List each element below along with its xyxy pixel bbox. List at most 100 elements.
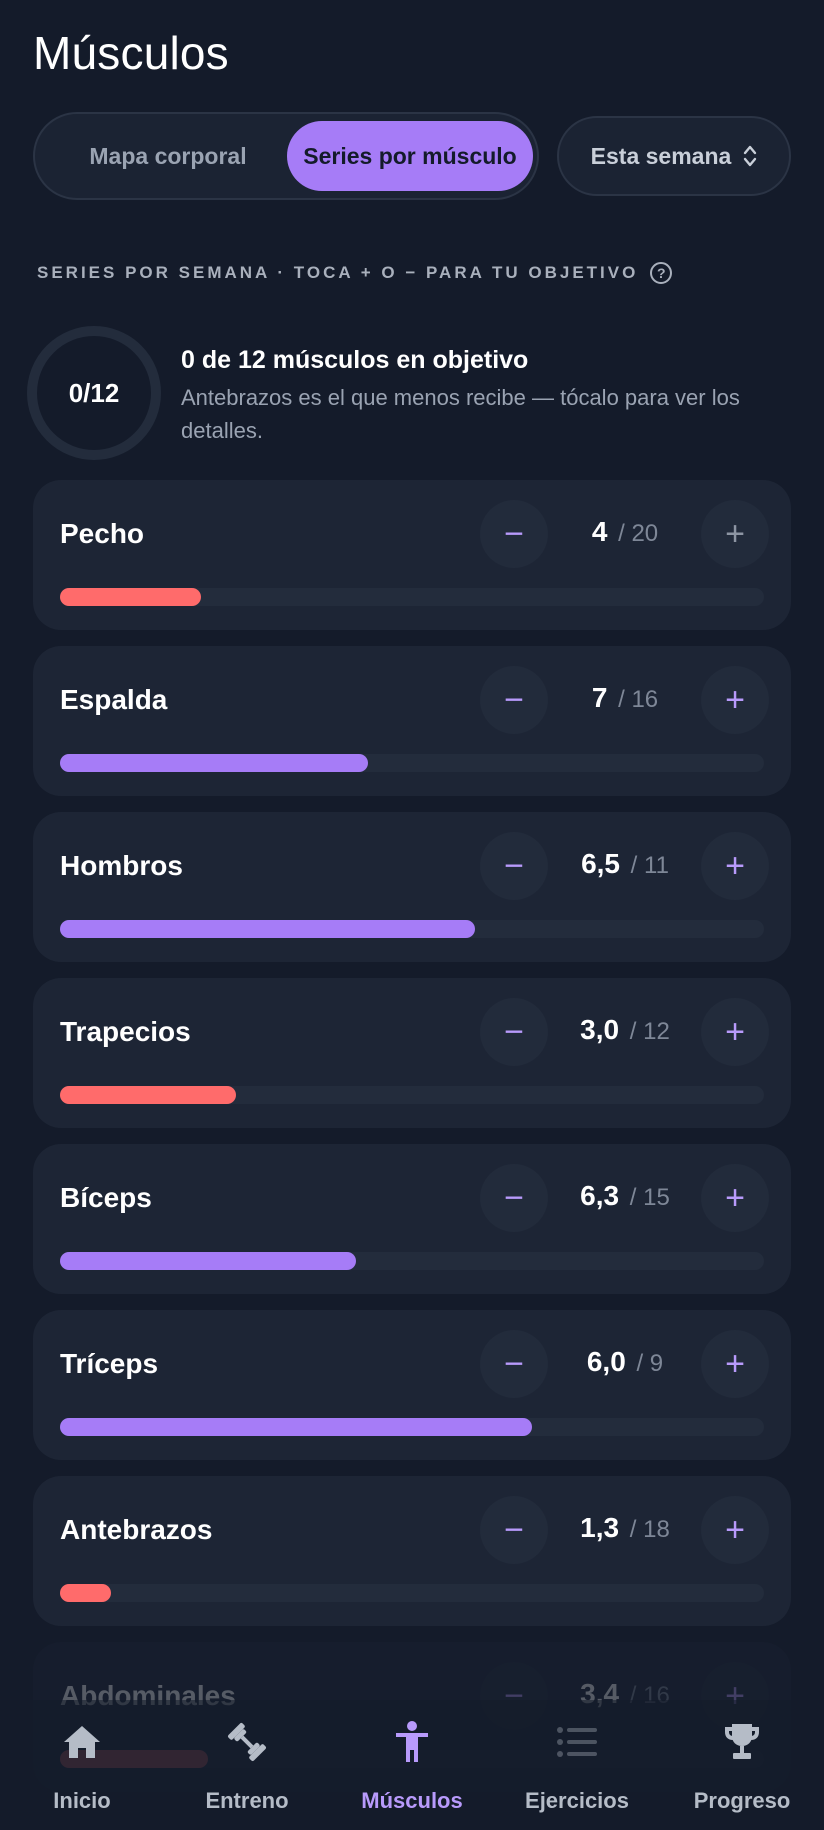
trophy-icon [722,1720,762,1764]
muscle-name: Antebrazos [60,1514,213,1545]
nav-item-ejercicios[interactable]: Ejercicios [495,1720,659,1814]
muscle-card[interactable]: Espalda −7 / 16 + [33,646,791,796]
series-target: 15 [643,1184,670,1211]
summary-title: 0 de 12 músculos en objetivo [181,346,529,374]
period-select[interactable]: Esta semana [557,116,791,196]
progress-track [60,1086,764,1104]
decrease-target-button[interactable]: − [480,1496,548,1564]
page-title: Músculos [33,27,229,79]
series-target: 11 [644,852,669,879]
series-value: 7 / 16 [555,682,695,714]
progress-fill [60,1252,356,1270]
muscle-name: Tríceps [60,1348,159,1379]
nav-label: Músculos [361,1788,463,1813]
series-current: 6,5 [581,848,620,879]
series-current: 4 [591,516,608,547]
progress-fill [60,1584,111,1602]
series-separator: / [618,520,625,547]
muscle-name: Bíceps [60,1182,152,1213]
series-separator: / [636,1350,644,1377]
nav-label: Ejercicios [525,1788,629,1813]
decrease-target-button[interactable]: − [480,998,548,1066]
muscle-name: Trapecios [60,1016,191,1047]
progress-fill [60,588,201,606]
series-value: 3,0 / 12 [555,1014,695,1046]
progress-track [60,1252,764,1270]
section-label-text: SERIES POR SEMANA · TOCA + O − PARA TU O… [37,263,639,282]
series-target: 9 [649,1350,664,1377]
nav-item-musculos[interactable]: Músculos [330,1720,494,1814]
muscle-card[interactable]: Trapecios −3,0 / 12 + [33,978,791,1128]
period-select-label: Esta semana [590,142,732,169]
series-current: 6,0 [586,1346,626,1377]
series-separator: / [618,686,625,713]
increase-target-button[interactable]: + [701,666,769,734]
series-separator: / [629,1018,637,1045]
series-value: 6,5 / 11 [555,848,695,880]
chevron-up-down-icon [743,143,757,169]
decrease-target-button[interactable]: − [480,500,548,568]
list-icon [557,1720,597,1764]
nav-item-progreso[interactable]: Progreso [660,1720,824,1814]
series-value: 1,3 / 18 [555,1512,695,1544]
progress-fill [60,754,368,772]
increase-target-button[interactable]: + [701,1164,769,1232]
muscle-name: Espalda [60,684,168,715]
bottom-nav: Inicio Entreno Músculos Ejercicios Progr… [0,1700,824,1830]
series-target: 20 [631,520,659,547]
progress-track [60,1584,764,1602]
progress-ring: 0/12 [27,326,161,460]
increase-target-button[interactable]: + [701,832,769,900]
series-current: 6,3 [580,1180,620,1211]
view-toggle: Mapa corporal Series por músculo [33,112,539,200]
series-value: 4 / 20 [555,516,695,548]
nav-label: Entreno [205,1788,289,1813]
progress-track [60,1418,764,1436]
increase-target-button[interactable]: + [701,500,769,568]
increase-target-button[interactable]: + [701,1496,769,1564]
muscle-card[interactable]: Tríceps −6,0 / 9 + [33,1310,791,1460]
series-separator: / [630,852,638,879]
muscle-card[interactable]: Pecho −4 / 20 + [33,480,791,630]
series-target: 18 [643,1516,670,1543]
ring-text: 0/12 [68,377,120,408]
increase-target-button[interactable]: + [701,1330,769,1398]
progress-track [60,754,764,772]
series-separator: / [629,1184,637,1211]
section-label: SERIES POR SEMANA · TOCA + O − PARA TU O… [37,262,673,284]
progress-track [60,588,764,606]
decrease-target-button[interactable]: − [480,1164,548,1232]
help-icon[interactable]: ? [650,262,673,284]
nav-label: Inicio [53,1788,111,1813]
tab-mapa-corporal[interactable]: Mapa corporal [43,121,293,191]
progress-fill [60,920,476,938]
nav-label: Progreso [693,1788,791,1813]
nav-item-inicio[interactable]: Inicio [0,1720,164,1814]
muscle-card[interactable]: Bíceps −6,3 / 15 + [33,1144,791,1294]
decrease-target-button[interactable]: − [480,666,548,734]
series-value: 6,3 / 15 [555,1180,695,1212]
muscle-name: Pecho [60,518,145,549]
dumbbell-icon [225,1720,269,1764]
increase-target-button[interactable]: + [701,998,769,1066]
body-icon [392,1720,432,1764]
series-target: 12 [643,1018,670,1045]
series-value: 6,0 / 9 [555,1346,695,1378]
muscle-card[interactable]: Hombros −6,5 / 11 + [33,812,791,962]
tab-series-por-musculo[interactable]: Series por músculo [287,121,533,191]
home-icon [62,1720,102,1764]
series-target: 16 [631,686,659,713]
summary-subtitle: Antebrazos es el que menos recibe — tóca… [181,385,740,443]
decrease-target-button[interactable]: − [480,1330,548,1398]
progress-fill [60,1086,236,1104]
muscle-card[interactable]: Antebrazos −1,3 / 18 + [33,1476,791,1626]
muscle-name: Hombros [60,850,183,881]
series-current: 3,0 [580,1014,620,1045]
series-current: 1,3 [580,1512,620,1543]
series-separator: / [629,1516,637,1543]
decrease-target-button[interactable]: − [480,832,548,900]
series-current: 7 [591,682,608,713]
progress-fill [60,1418,532,1436]
nav-item-entreno[interactable]: Entreno [165,1720,329,1814]
progress-track [60,920,764,938]
